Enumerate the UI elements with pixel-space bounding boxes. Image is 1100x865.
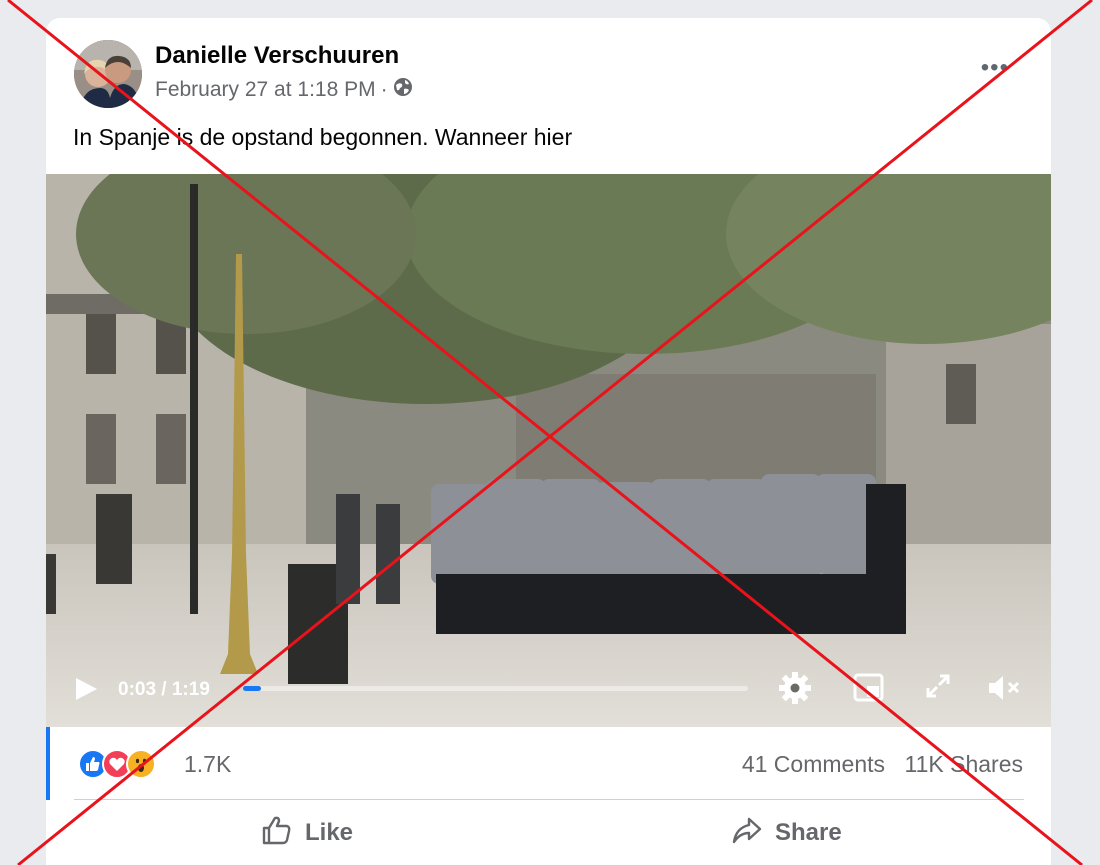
like-label: Like — [305, 819, 354, 846]
share-label: Share — [775, 819, 842, 846]
post-card: Danielle Verschuuren February 27 at 1:18… — [46, 18, 1051, 865]
share-arrow-icon — [731, 814, 763, 853]
like-button[interactable]: Like — [261, 813, 353, 853]
video-controls: 0:03 / 1:19 — [46, 664, 1051, 714]
miniplayer-icon[interactable] — [852, 670, 886, 709]
video-player[interactable]: 0:03 / 1:19 — [46, 174, 1051, 727]
fullscreen-icon[interactable] — [922, 670, 954, 707]
video-frame — [46, 174, 1051, 727]
divider — [74, 799, 1024, 800]
post-stats: 1.7K 41 Comments 11K Shares — [46, 727, 1051, 800]
post-timestamp[interactable]: February 27 at 1:18 PM — [155, 78, 376, 102]
comments-count[interactable]: 41 Comments — [742, 751, 885, 778]
globe-icon — [393, 77, 413, 103]
avatar[interactable] — [74, 40, 142, 108]
reaction-icons[interactable] — [78, 749, 156, 779]
thumbs-up-icon — [261, 814, 293, 853]
play-icon[interactable] — [73, 676, 99, 707]
video-time: 0:03 / 1:19 — [118, 679, 210, 700]
video-progress-fill — [243, 686, 261, 691]
post-meta: February 27 at 1:18 PM · — [155, 77, 413, 103]
more-options-button[interactable]: ••• — [981, 54, 1009, 82]
mute-icon[interactable] — [986, 670, 1024, 711]
gear-icon[interactable] — [777, 670, 813, 711]
meta-separator: · — [380, 78, 388, 101]
wow-icon — [126, 749, 156, 779]
post-text: In Spanje is de opstand begonnen. Wannee… — [73, 124, 573, 150]
reaction-count[interactable]: 1.7K — [184, 751, 231, 778]
shares-count[interactable]: 11K Shares — [905, 751, 1023, 778]
author-name[interactable]: Danielle Verschuuren — [155, 42, 399, 70]
video-progress-bar[interactable] — [243, 686, 748, 691]
share-button[interactable]: Share — [731, 813, 842, 853]
